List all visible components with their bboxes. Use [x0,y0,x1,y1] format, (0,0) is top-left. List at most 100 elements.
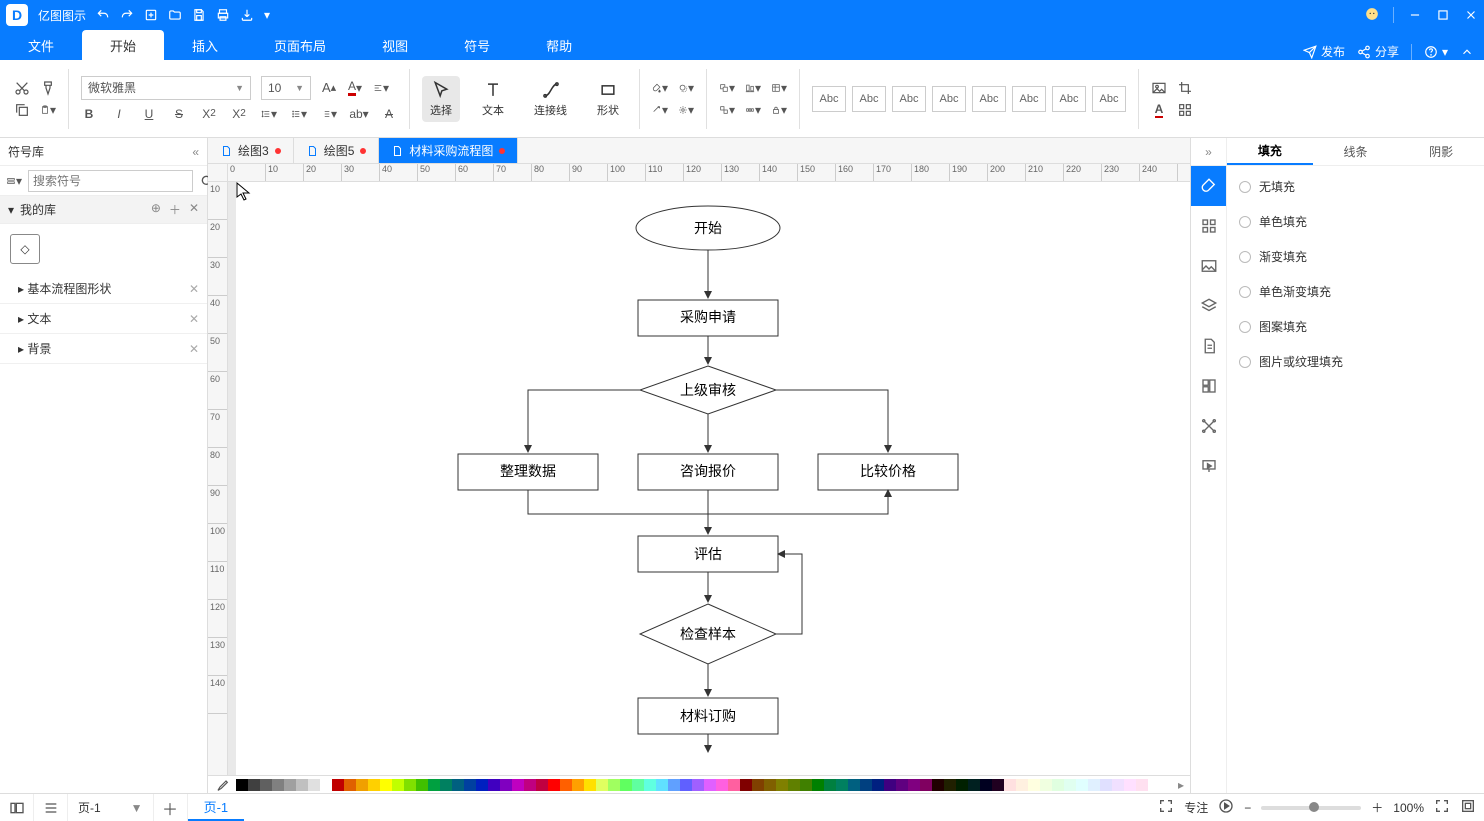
color-swatch[interactable] [980,779,992,791]
strike-icon[interactable]: S [171,106,187,122]
doc-tab-1[interactable]: 绘图5 [294,138,380,163]
doc-tab-2[interactable]: 材料采购流程图 [379,138,518,163]
color-swatch[interactable] [908,779,920,791]
distribute-icon[interactable]: ▾ [745,102,761,118]
color-swatch[interactable] [1064,779,1076,791]
fill-option-1[interactable]: 单色填充 [1239,213,1472,230]
color-swatch[interactable] [1004,779,1016,791]
color-swatch[interactable] [680,779,692,791]
fill-option-2[interactable]: 渐变填充 [1239,248,1472,265]
colorbar-nav[interactable]: ▸ [1178,778,1184,792]
publish-button[interactable]: 发布 [1303,43,1345,60]
cut-icon[interactable] [14,80,30,96]
panel-presentation-icon[interactable] [1191,446,1226,486]
color-swatch[interactable] [824,779,836,791]
text-tool[interactable]: 文本 [474,76,512,122]
font-size-select[interactable]: 10▼ [261,76,311,100]
maximize-button[interactable] [1436,8,1450,22]
share-button[interactable]: 分享 [1357,43,1399,60]
collapse-left-icon[interactable]: « [192,145,199,159]
color-swatch[interactable] [284,779,296,791]
color-swatch[interactable] [512,779,524,791]
menu-tab-1[interactable]: 开始 [82,30,164,60]
close-lib-icon[interactable]: ✕ [189,201,199,218]
quick-style-5[interactable]: Abc [1012,86,1046,112]
menu-tab-2[interactable]: 插入 [164,30,246,60]
crop-icon[interactable] [1177,80,1193,96]
zoom-value[interactable]: 100% [1393,801,1424,815]
my-library-header[interactable]: ▾ 我的库⊕＋✕ [0,196,207,224]
add-lib-icon[interactable]: ＋ [169,201,181,218]
color-swatch[interactable] [584,779,596,791]
panel-page-icon[interactable] [1191,326,1226,366]
panel-fill-icon[interactable] [1191,166,1226,206]
color-swatch[interactable] [452,779,464,791]
color-swatch[interactable] [944,779,956,791]
fullscreen-icon[interactable] [1460,798,1476,817]
panel-theme-icon[interactable] [1191,206,1226,246]
color-swatch[interactable] [248,779,260,791]
outline-view-icon[interactable] [0,794,34,821]
italic-icon[interactable]: I [111,106,127,122]
color-swatch[interactable] [536,779,548,791]
help-button[interactable]: ▾ [1424,45,1448,59]
color-swatch[interactable] [1016,779,1028,791]
color-swatch[interactable] [524,779,536,791]
color-swatch[interactable] [1028,779,1040,791]
panel-transform-icon[interactable] [1191,406,1226,446]
zoom-slider[interactable] [1261,806,1361,810]
quick-style-3[interactable]: Abc [932,86,966,112]
color-swatch[interactable] [920,779,932,791]
numbering-icon[interactable]: ▾ [321,106,337,122]
quick-style-0[interactable]: Abc [812,86,846,112]
color-swatch[interactable] [776,779,788,791]
color-swatch[interactable] [644,779,656,791]
library-category-2[interactable]: ▸ 背景✕ [0,334,207,364]
group-icon[interactable]: ▾ [719,102,735,118]
fill-button[interactable]: ▾ [652,80,668,96]
color-swatch[interactable] [488,779,500,791]
collapse-ribbon-button[interactable] [1460,45,1474,59]
color-swatch[interactable] [1076,779,1088,791]
menu-tab-3[interactable]: 页面布局 [246,30,354,60]
color-swatch[interactable] [848,779,860,791]
line-spacing-icon[interactable]: ▾ [261,106,277,122]
menu-tab-0[interactable]: 文件 [0,30,82,60]
color-swatch[interactable] [752,779,764,791]
new-button[interactable] [144,8,158,22]
color-swatch[interactable] [500,779,512,791]
color-swatch[interactable] [572,779,584,791]
size-icon[interactable]: ▾ [771,80,787,96]
color-swatch[interactable] [380,779,392,791]
font-style-icon[interactable]: A [1151,102,1167,118]
color-swatch[interactable] [728,779,740,791]
menu-tab-4[interactable]: 视图 [354,30,436,60]
zoom-in-icon[interactable]: ＋ [1371,799,1383,816]
color-swatch[interactable] [1088,779,1100,791]
color-swatch[interactable] [656,779,668,791]
color-swatch[interactable] [548,779,560,791]
color-swatch[interactable] [956,779,968,791]
bring-front-icon[interactable]: ▾ [719,80,735,96]
library-category-1[interactable]: ▸ 文本✕ [0,304,207,334]
color-swatch[interactable] [1052,779,1064,791]
page-selector[interactable]: 页-1▼ [68,794,154,821]
collapse-right-icon[interactable]: » [1191,138,1226,166]
text-highlight-icon[interactable]: ab▾ [351,106,367,122]
color-swatch[interactable] [308,779,320,791]
color-swatch[interactable] [860,779,872,791]
superscript-icon[interactable]: X2 [201,106,217,122]
color-swatch[interactable] [560,779,572,791]
quick-style-7[interactable]: Abc [1092,86,1126,112]
align-objects-icon[interactable]: ▾ [745,80,761,96]
quick-style-4[interactable]: Abc [972,86,1006,112]
font-increase-icon[interactable]: A▴ [321,80,337,96]
lock-icon[interactable]: ▾ [771,102,787,118]
color-swatch[interactable] [356,779,368,791]
color-swatch[interactable] [344,779,356,791]
new-lib-icon[interactable]: ⊕ [151,201,161,218]
undo-button[interactable] [96,8,110,22]
color-swatch[interactable] [872,779,884,791]
close-button[interactable] [1464,8,1478,22]
color-swatch[interactable] [692,779,704,791]
